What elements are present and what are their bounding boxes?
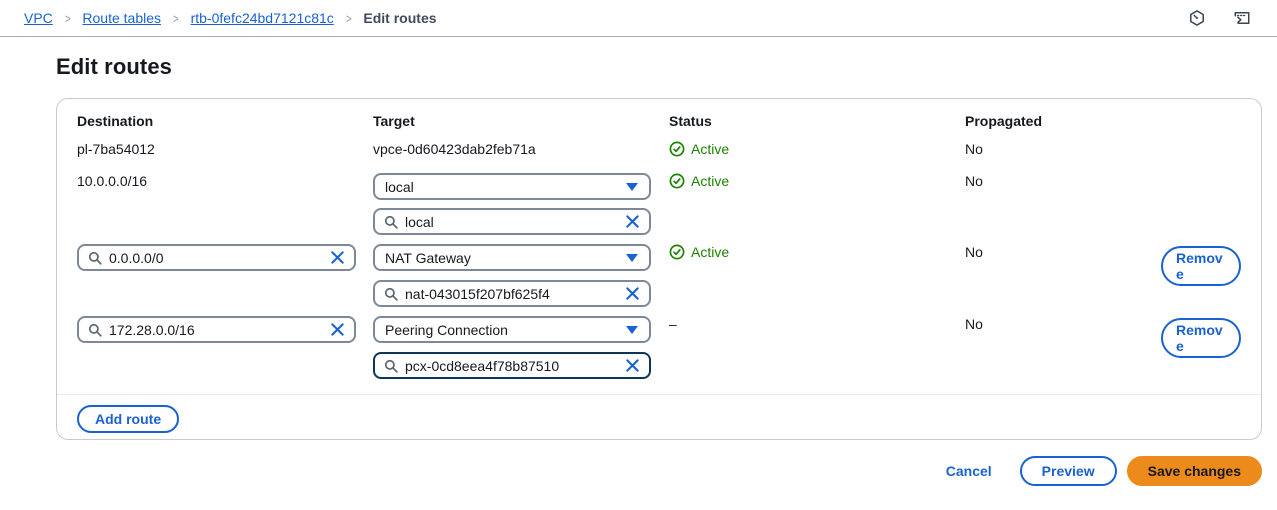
- search-icon: [384, 359, 398, 373]
- column-header-target: Target: [373, 112, 415, 130]
- chevron-down-icon: [626, 326, 638, 334]
- footer-actions: Cancel Preview Save changes: [56, 456, 1262, 486]
- column-header-propagated: Propagated: [965, 112, 1042, 130]
- remove-route-button[interactable]: Remove: [1161, 318, 1241, 358]
- route-destination-text: pl-7ba54012: [77, 139, 155, 159]
- clear-input-icon[interactable]: [625, 286, 640, 301]
- route-propagated: No: [965, 139, 983, 159]
- target-search-field: [373, 208, 651, 235]
- search-icon: [384, 215, 398, 229]
- add-route-button[interactable]: Add route: [77, 405, 179, 433]
- status-active-icon: [669, 244, 685, 260]
- target-search-field: [373, 280, 651, 307]
- chevron-down-icon: [626, 254, 638, 262]
- route-status-dash: –: [669, 314, 677, 334]
- search-icon: [384, 287, 398, 301]
- target-type-select[interactable]: NAT Gateway: [373, 244, 651, 271]
- page-title: Edit routes: [56, 54, 1277, 80]
- preview-button[interactable]: Preview: [1020, 456, 1117, 486]
- destination-input[interactable]: [109, 250, 323, 266]
- breadcrumb-current: Edit routes: [363, 10, 436, 26]
- topbar: VPC > Route tables > rtb-0fefc24bd7121c8…: [0, 0, 1277, 37]
- target-type-select[interactable]: local: [373, 173, 651, 200]
- card-divider: [57, 394, 1261, 395]
- search-icon: [88, 323, 102, 337]
- edit-routes-card: Destination Target Status Propagated pl-…: [56, 98, 1262, 440]
- topbar-icons: [1188, 9, 1251, 27]
- route-status: Active: [669, 139, 729, 159]
- destination-search-field: [77, 316, 356, 343]
- cancel-button[interactable]: Cancel: [946, 463, 992, 479]
- breadcrumb-link-route-tables[interactable]: Route tables: [82, 10, 161, 26]
- chevron-down-icon: [626, 183, 638, 191]
- remove-route-button[interactable]: Remove: [1161, 246, 1241, 286]
- route-target-text: vpce-0d60423dab2feb71a: [373, 139, 536, 159]
- save-changes-button[interactable]: Save changes: [1127, 456, 1262, 486]
- clear-input-icon[interactable]: [625, 214, 640, 229]
- destination-search-field: [77, 244, 356, 271]
- status-label: Active: [691, 242, 729, 262]
- route-propagated: No: [965, 171, 983, 191]
- target-type-select[interactable]: Peering Connection: [373, 316, 651, 343]
- status-label: Active: [691, 171, 729, 191]
- target-type-selected: local: [385, 179, 414, 195]
- route-status: Active: [669, 242, 729, 262]
- route-status: Active: [669, 171, 729, 191]
- destination-input[interactable]: [109, 322, 323, 338]
- target-type-selected: NAT Gateway: [385, 250, 471, 266]
- clear-input-icon[interactable]: [625, 358, 640, 373]
- cloudshell-icon[interactable]: [1233, 9, 1251, 27]
- history-icon[interactable]: [1188, 9, 1206, 27]
- status-active-icon: [669, 173, 685, 189]
- breadcrumb-link-route-table-id[interactable]: rtb-0fefc24bd7121c81c: [191, 10, 334, 26]
- route-destination-text: 10.0.0.0/16: [77, 171, 147, 191]
- column-header-status: Status: [669, 112, 712, 130]
- column-header-destination: Destination: [77, 112, 153, 130]
- target-search-input[interactable]: [405, 286, 618, 302]
- breadcrumb-separator-icon: >: [346, 11, 352, 26]
- breadcrumb-link-vpc[interactable]: VPC: [24, 10, 53, 26]
- target-search-field-focused: [373, 352, 651, 379]
- clear-input-icon[interactable]: [330, 322, 345, 337]
- route-propagated: No: [965, 242, 983, 262]
- search-icon: [88, 251, 102, 265]
- target-search-input[interactable]: [405, 358, 618, 374]
- breadcrumb-separator-icon: >: [65, 11, 71, 26]
- breadcrumb: VPC > Route tables > rtb-0fefc24bd7121c8…: [24, 10, 437, 26]
- clear-input-icon[interactable]: [330, 250, 345, 265]
- status-label: Active: [691, 139, 729, 159]
- status-active-icon: [669, 141, 685, 157]
- route-propagated: No: [965, 314, 983, 334]
- target-search-input[interactable]: [405, 214, 618, 230]
- breadcrumb-separator-icon: >: [173, 11, 179, 26]
- target-type-selected: Peering Connection: [385, 322, 508, 338]
